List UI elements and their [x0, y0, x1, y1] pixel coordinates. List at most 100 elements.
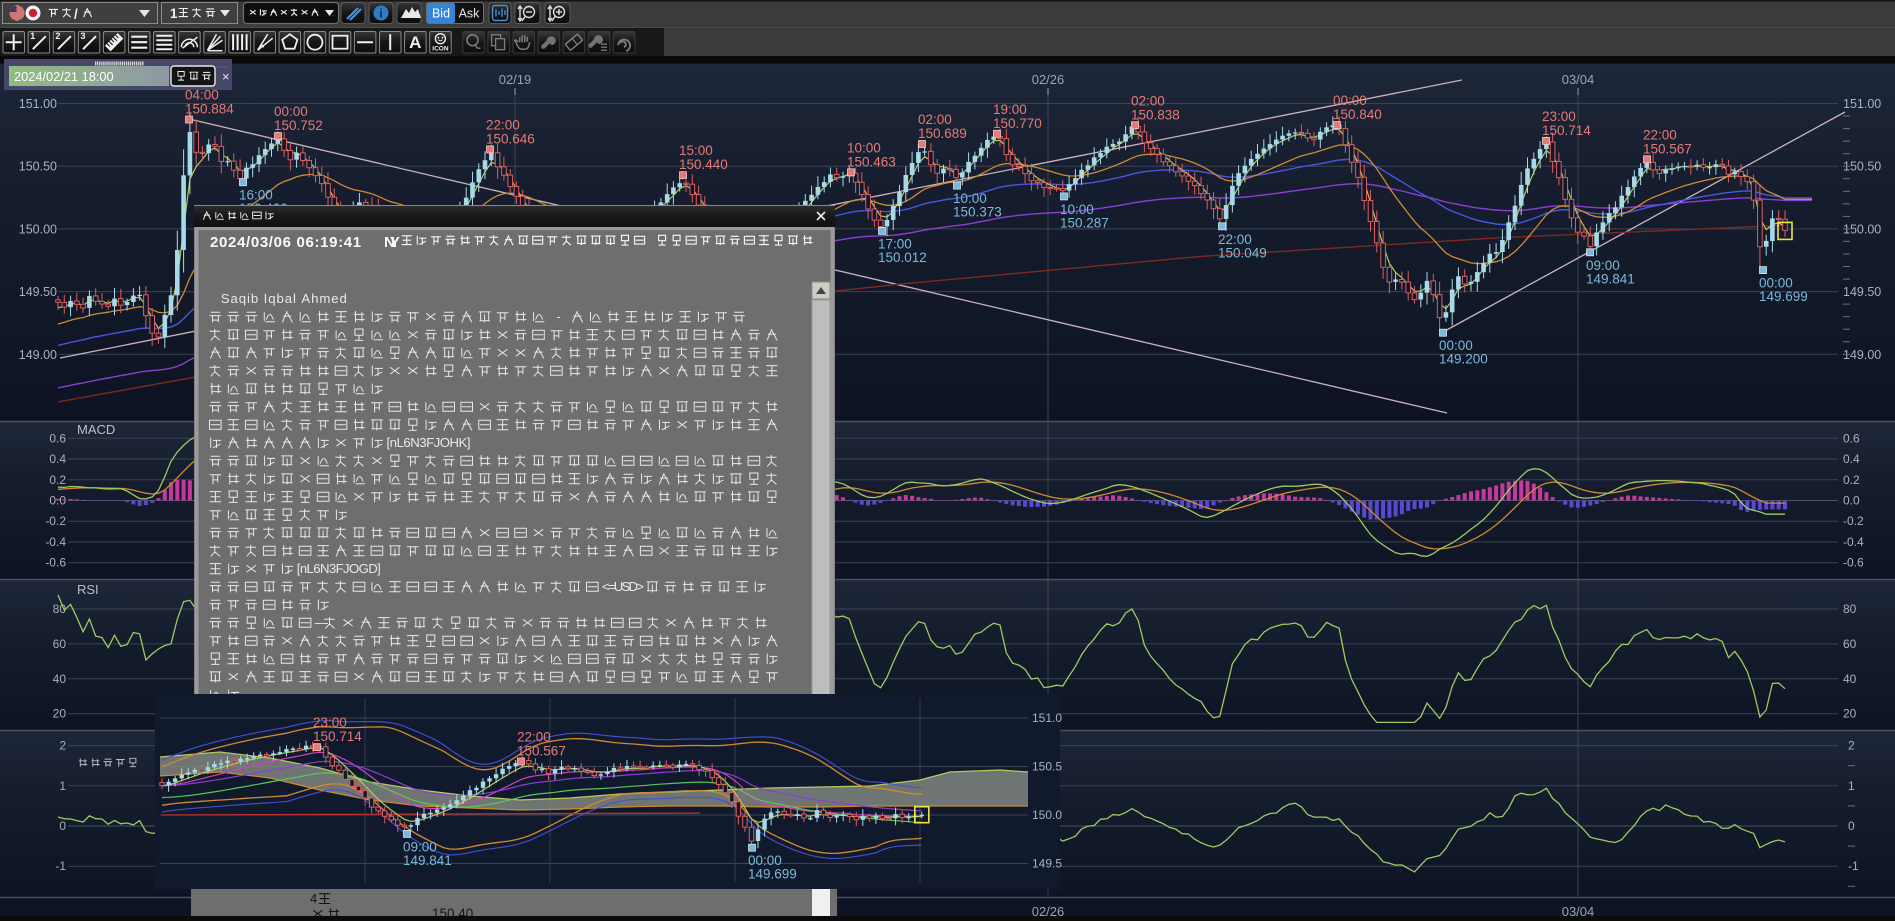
svg-text:23:00: 23:00 — [313, 715, 347, 730]
svg-text:150.373: 150.373 — [953, 205, 1002, 220]
svg-text:150.5: 150.5 — [1032, 760, 1062, 774]
svg-text:-0.4: -0.4 — [45, 535, 66, 549]
svg-text:×: × — [222, 69, 230, 84]
svg-text:151.00: 151.00 — [1843, 97, 1881, 111]
svg-text:149.50: 149.50 — [19, 285, 57, 299]
svg-text:149.699: 149.699 — [1759, 289, 1808, 304]
svg-text:RSI: RSI — [77, 582, 99, 597]
svg-text:-0.2: -0.2 — [1843, 514, 1864, 528]
svg-text:<=USD>: <=USD> — [602, 579, 644, 594]
svg-text:60: 60 — [53, 637, 67, 651]
svg-text:-0.4: -0.4 — [1843, 535, 1864, 549]
svg-text:-0.6: -0.6 — [1843, 556, 1864, 570]
svg-text:19:00: 19:00 — [993, 102, 1027, 117]
svg-text:1: 1 — [30, 31, 35, 41]
svg-text:0.6: 0.6 — [1843, 431, 1860, 445]
svg-text:02/26: 02/26 — [1032, 904, 1065, 916]
svg-text:0.0: 0.0 — [1843, 494, 1860, 508]
svg-text:150.0: 150.0 — [1032, 808, 1062, 822]
svg-text:0.4: 0.4 — [1843, 452, 1860, 466]
svg-text:150.840: 150.840 — [1333, 107, 1382, 122]
svg-text:149.841: 149.841 — [1586, 271, 1635, 286]
svg-text:150.567: 150.567 — [517, 744, 566, 759]
svg-text:/: / — [74, 7, 78, 22]
svg-text:02/19: 02/19 — [499, 72, 532, 87]
svg-text:149.200: 149.200 — [1439, 352, 1488, 367]
svg-text:40: 40 — [53, 672, 67, 686]
svg-text:150.00: 150.00 — [19, 222, 57, 236]
svg-text:NY: NY — [384, 234, 400, 251]
svg-text:-0.2: -0.2 — [45, 514, 66, 528]
svg-text:[nL6N3FJOGD]: [nL6N3FJOGD] — [297, 561, 381, 576]
svg-text:―: ― — [315, 615, 329, 630]
svg-text:150.440: 150.440 — [679, 157, 728, 172]
svg-text:0: 0 — [59, 819, 66, 833]
svg-text:150.714: 150.714 — [1542, 123, 1591, 138]
svg-text:150.838: 150.838 — [1131, 107, 1180, 122]
svg-text:Saqib Iqbal Ahmed: Saqib Iqbal Ahmed — [207, 291, 347, 306]
svg-text:0.6: 0.6 — [49, 431, 66, 445]
svg-text:150.40: 150.40 — [432, 906, 473, 916]
svg-text:40: 40 — [1843, 672, 1857, 686]
svg-text:150.049: 150.049 — [1218, 245, 1267, 260]
svg-text:150.012: 150.012 — [878, 250, 927, 265]
svg-text:03/04: 03/04 — [1562, 72, 1595, 87]
svg-text:10:00: 10:00 — [847, 140, 881, 155]
svg-text:23:00: 23:00 — [1542, 109, 1576, 124]
svg-text:22:00: 22:00 — [517, 730, 551, 745]
svg-text:150.752: 150.752 — [274, 118, 323, 133]
svg-text:150.884: 150.884 — [185, 102, 234, 117]
svg-text:80: 80 — [1843, 602, 1857, 616]
svg-text:02:00: 02:00 — [1131, 93, 1165, 108]
svg-text:-0.6: -0.6 — [45, 556, 66, 570]
svg-text:151.00: 151.00 — [19, 97, 57, 111]
svg-text:i: i — [379, 7, 382, 21]
svg-text:149.699: 149.699 — [748, 867, 797, 882]
svg-text:150.689: 150.689 — [918, 126, 967, 141]
svg-text:ICON: ICON — [432, 46, 449, 53]
svg-text:20: 20 — [1843, 707, 1857, 721]
svg-text:0.2: 0.2 — [1843, 473, 1860, 487]
svg-text:-1: -1 — [55, 859, 66, 873]
svg-text:00:00: 00:00 — [1333, 93, 1367, 108]
svg-text:Bid: Bid — [432, 7, 450, 21]
svg-text:2: 2 — [1848, 739, 1855, 753]
svg-text:150.287: 150.287 — [1060, 215, 1109, 230]
svg-text:2024/02/21 18:00: 2024/02/21 18:00 — [14, 69, 114, 84]
svg-text:2: 2 — [59, 739, 66, 753]
svg-text:1: 1 — [170, 6, 178, 21]
svg-text:22:00: 22:00 — [1643, 127, 1677, 142]
svg-text:15:00: 15:00 — [679, 143, 713, 158]
svg-text:0.4: 0.4 — [49, 452, 66, 466]
svg-text:02:00: 02:00 — [918, 112, 952, 127]
svg-text:1: 1 — [1848, 779, 1855, 793]
svg-text:150.646: 150.646 — [486, 131, 535, 146]
svg-text:-1: -1 — [1848, 859, 1859, 873]
svg-text:02/26: 02/26 — [1032, 72, 1065, 87]
svg-text:0: 0 — [1848, 819, 1855, 833]
svg-text:3: 3 — [81, 31, 86, 41]
svg-text:MACD: MACD — [77, 422, 115, 437]
svg-text:4: 4 — [310, 891, 317, 906]
svg-text:149.50: 149.50 — [1843, 285, 1881, 299]
svg-text:0.2: 0.2 — [49, 473, 66, 487]
svg-text:20: 20 — [53, 707, 67, 721]
svg-text:149.00: 149.00 — [19, 348, 57, 362]
svg-text:150.50: 150.50 — [19, 160, 57, 174]
svg-text:[nL6N3FJOHK]: [nL6N3FJOHK] — [387, 435, 471, 450]
svg-text:151.0: 151.0 — [1032, 711, 1062, 725]
svg-text:149.841: 149.841 — [403, 853, 452, 868]
svg-text:2: 2 — [55, 31, 60, 41]
svg-text:22:00: 22:00 — [486, 117, 520, 132]
svg-text:150.770: 150.770 — [993, 116, 1042, 131]
svg-text:Ask: Ask — [459, 7, 481, 21]
svg-text:00:00: 00:00 — [274, 104, 308, 119]
svg-text:150.714: 150.714 — [313, 729, 362, 744]
svg-text:149.5: 149.5 — [1032, 857, 1062, 871]
svg-text:150.463: 150.463 — [847, 154, 896, 169]
svg-text:60: 60 — [1843, 637, 1857, 651]
svg-text:1: 1 — [59, 779, 66, 793]
svg-text:150.567: 150.567 — [1643, 141, 1692, 156]
svg-text:A: A — [409, 33, 421, 52]
svg-text:03/04: 03/04 — [1562, 904, 1595, 916]
